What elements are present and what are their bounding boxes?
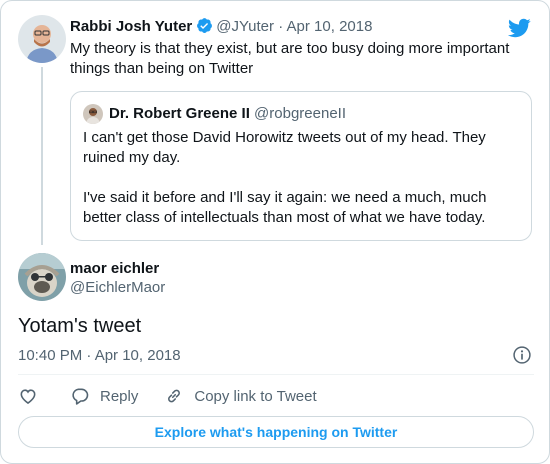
quoted-tweet-header: Dr. Robert Greene II @robgreeneII: [109, 104, 346, 124]
reply-label: Reply: [100, 387, 139, 405]
avatar-josh-yuter[interactable]: [18, 15, 66, 63]
main-author-name[interactable]: maor eichler: [70, 259, 159, 279]
link-icon: [168, 389, 181, 403]
avatar-maor-eichler[interactable]: [18, 253, 66, 301]
explore-twitter-button[interactable]: Explore what's happening on Twitter: [18, 416, 534, 448]
heart-icon: [20, 389, 36, 405]
header-separator: ·: [278, 18, 284, 35]
parent-tweet-header: Rabbi Josh Yuter @JYuter · Apr 10, 2018: [70, 17, 372, 37]
quoted-paragraph: I've said it before and I'll say it agai…: [83, 189, 487, 226]
divider: [18, 374, 534, 375]
parent-author-name[interactable]: Rabbi Josh Yuter: [70, 18, 192, 35]
thread-connector-line: [41, 67, 43, 245]
copy-link-label: Copy link to Tweet: [194, 387, 317, 405]
main-author-handle[interactable]: @EichlerMaor: [70, 278, 165, 298]
embedded-tweet-card: Rabbi Josh Yuter @JYuter · Apr 10, 2018 M…: [0, 0, 550, 464]
quoted-author-handle: @robgreeneII: [254, 105, 346, 122]
info-icon[interactable]: [512, 345, 532, 365]
main-tweet-timestamp[interactable]: 10:40 PM · Apr 10, 2018: [18, 346, 181, 366]
quoted-tweet-text: I can't get those David Horowitz tweets …: [83, 128, 523, 228]
tweet-actions: Reply Copy link to Tweet: [18, 385, 343, 407]
like-button[interactable]: [18, 386, 38, 406]
avatar-robert-greene: [83, 104, 103, 124]
quoted-tweet[interactable]: Dr. Robert Greene II @robgreeneII I can'…: [70, 91, 532, 241]
copy-link-button[interactable]: Copy link to Tweet: [164, 386, 317, 406]
parent-tweet-text: My theory is that they exist, but are to…: [70, 40, 510, 77]
verified-badge-icon: [197, 18, 213, 33]
quoted-paragraph: I can't get those David Horowitz tweets …: [83, 129, 486, 166]
quoted-author-name: Dr. Robert Greene II: [109, 105, 250, 122]
main-tweet-text: Yotam's tweet: [18, 315, 142, 337]
twitter-bird-icon[interactable]: [507, 16, 531, 40]
parent-tweet-date[interactable]: Apr 10, 2018: [287, 18, 373, 35]
reply-button[interactable]: Reply: [70, 386, 138, 406]
reply-bubble-icon: [72, 388, 89, 405]
parent-author-handle[interactable]: @JYuter: [216, 18, 274, 35]
